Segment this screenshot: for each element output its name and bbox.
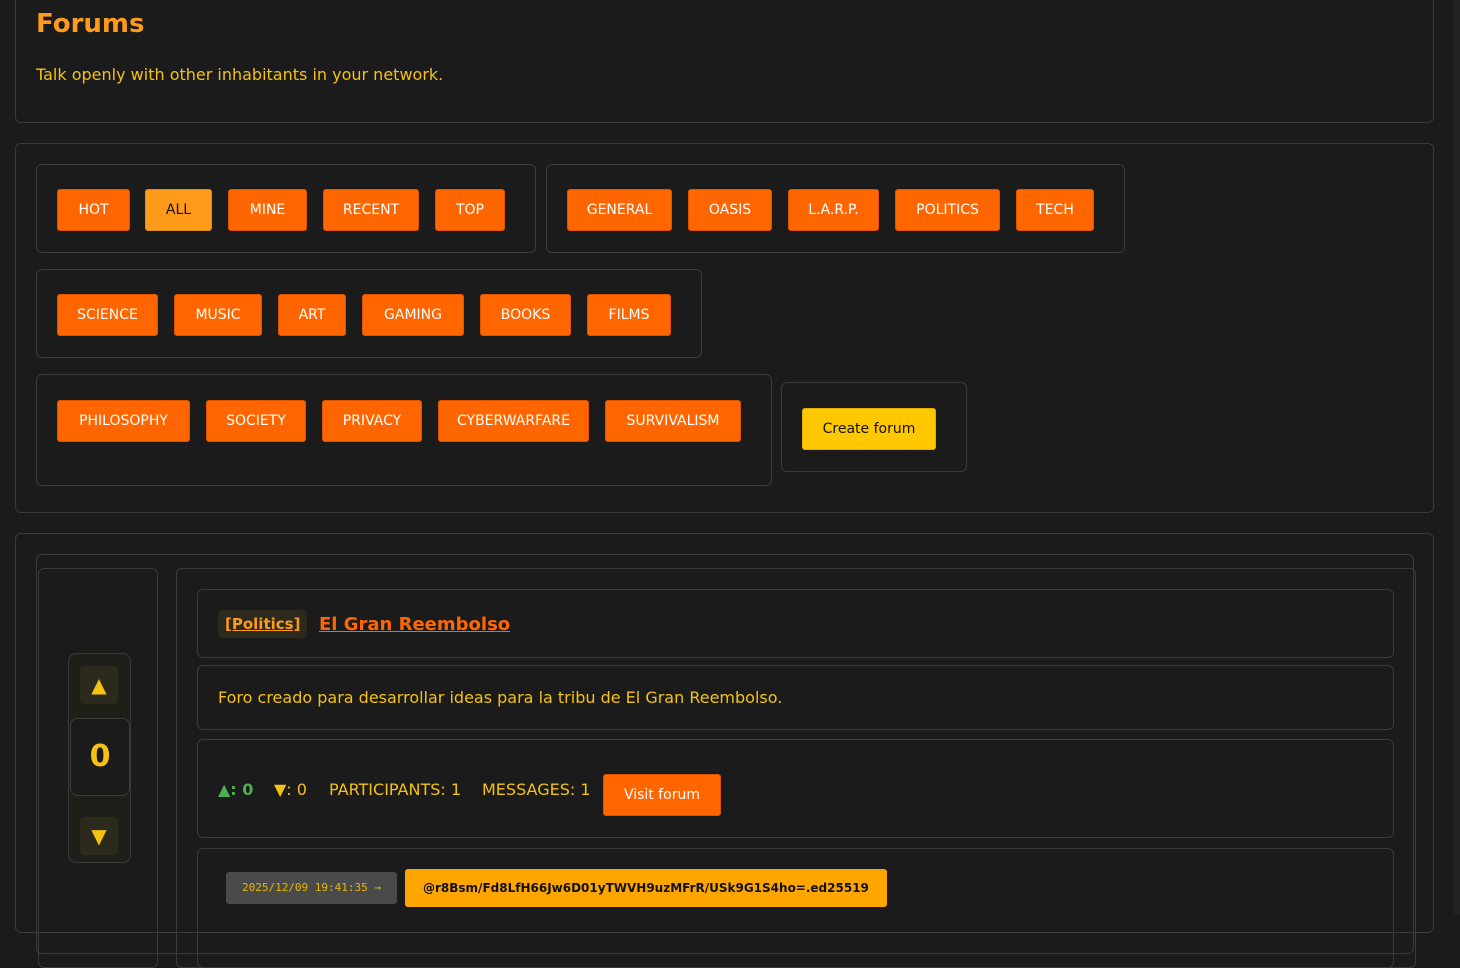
category-general-button[interactable]: GENERAL: [567, 189, 672, 231]
forum-entry: ▲ 0 ▼ [Politics] El Gran Reembolso Foro …: [36, 554, 1416, 968]
visit-forum-button[interactable]: Visit forum: [603, 774, 721, 816]
page-scrollbar[interactable]: [1454, 0, 1460, 915]
post-timestamp[interactable]: 2025/12/09 19:41:35 →: [226, 872, 397, 904]
filter-all-button[interactable]: ALL: [145, 189, 212, 231]
forum-title-link[interactable]: El Gran Reembolso: [319, 611, 510, 639]
forum-description-card: Foro creado para desarrollar ideas para …: [197, 665, 1394, 730]
category-group-2: SCIENCE MUSIC ART GAMING BOOKS FILMS: [36, 269, 702, 358]
forum-description: Foro creado para desarrollar ideas para …: [218, 688, 783, 707]
filter-hot-button[interactable]: HOT: [57, 189, 130, 231]
vote-box: ▲ 0 ▼: [68, 653, 131, 863]
forum-content: [Politics] El Gran Reembolso Foro creado…: [176, 568, 1416, 968]
category-group-1: GENERAL OASIS L.A.R.P. POLITICS TECH: [546, 164, 1125, 253]
upvotes-count: ▲: 0: [218, 780, 254, 799]
downvotes-count: ▼: 0: [274, 780, 307, 799]
category-gaming-button[interactable]: GAMING: [362, 294, 464, 336]
category-larp-button[interactable]: L.A.R.P.: [788, 189, 879, 231]
category-tag[interactable]: [Politics]: [218, 610, 308, 638]
category-society-button[interactable]: SOCIETY: [206, 400, 306, 442]
filter-recent-button[interactable]: RECENT: [323, 189, 419, 231]
category-music-button[interactable]: MUSIC: [174, 294, 262, 336]
filter-mine-button[interactable]: MINE: [228, 189, 307, 231]
category-tech-button[interactable]: TECH: [1016, 189, 1094, 231]
forum-stats-card: ▲: 0 ▼: 0 PARTICIPANTS: 1 MESSAGES: 1 Vi…: [197, 739, 1394, 838]
forum-post-card: 2025/12/09 19:41:35 → @r8Bsm/Fd8LfH66Jw6…: [197, 848, 1394, 968]
category-privacy-button[interactable]: PRIVACY: [322, 400, 422, 442]
create-forum-button[interactable]: Create forum: [802, 408, 936, 450]
page-title: Forums: [36, 9, 145, 39]
category-science-button[interactable]: SCIENCE: [57, 294, 158, 336]
messages-count: MESSAGES: 1: [482, 780, 591, 799]
forums-header: Forums Talk openly with other inhabitant…: [15, 0, 1434, 123]
category-group-3: PHILOSOPHY SOCIETY PRIVACY CYBERWARFARE …: [36, 374, 772, 486]
page-subtitle: Talk openly with other inhabitants in yo…: [36, 65, 444, 84]
category-books-button[interactable]: BOOKS: [480, 294, 571, 336]
category-cyberwarfare-button[interactable]: CYBERWARFARE: [438, 400, 589, 442]
category-oasis-button[interactable]: OASIS: [688, 189, 772, 231]
participants-count: PARTICIPANTS: 1: [329, 780, 462, 799]
filters-panel: HOT ALL MINE RECENT TOP GENERAL OASIS L.…: [15, 143, 1434, 513]
score-value: 0: [70, 718, 130, 796]
category-philosophy-button[interactable]: PHILOSOPHY: [57, 400, 190, 442]
category-survivalism-button[interactable]: SURVIVALISM: [605, 400, 741, 442]
category-art-button[interactable]: ART: [278, 294, 346, 336]
sort-group: HOT ALL MINE RECENT TOP: [36, 164, 536, 253]
author-id[interactable]: @r8Bsm/Fd8LfH66Jw6D01yTWVH9uzMFrR/USk9G1…: [405, 869, 887, 907]
create-forum-group: Create forum: [781, 382, 967, 472]
forums-list-panel: ▲ 0 ▼ [Politics] El Gran Reembolso Foro …: [15, 533, 1434, 968]
downvote-button[interactable]: ▼: [80, 817, 118, 855]
category-films-button[interactable]: FILMS: [587, 294, 671, 336]
category-politics-button[interactable]: POLITICS: [895, 189, 1000, 231]
upvote-button[interactable]: ▲: [80, 666, 118, 704]
vote-column: ▲ 0 ▼: [38, 568, 158, 968]
filter-top-button[interactable]: TOP: [435, 189, 505, 231]
forum-title-card: [Politics] El Gran Reembolso: [197, 589, 1394, 658]
